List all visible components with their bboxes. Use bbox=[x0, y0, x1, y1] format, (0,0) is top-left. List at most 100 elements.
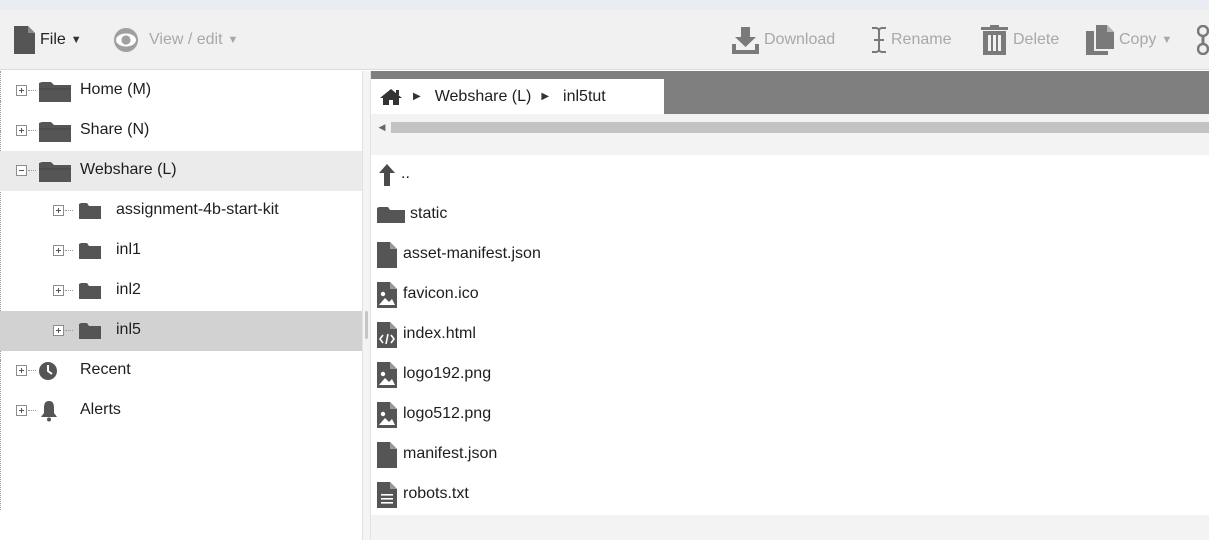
expand-icon[interactable] bbox=[16, 85, 27, 96]
expand-icon[interactable] bbox=[16, 365, 27, 376]
horizontal-scrollbar[interactable]: ◀ bbox=[371, 114, 1209, 140]
caret-down-icon: ▼ bbox=[227, 34, 239, 46]
trash-icon bbox=[980, 25, 1009, 55]
text-file-icon bbox=[377, 482, 397, 508]
tree-item-inl5[interactable]: inl5 bbox=[0, 311, 362, 351]
tree-item-assignment-4b-start-kit[interactable]: assignment-4b-start-kit bbox=[0, 191, 362, 231]
folder-icon bbox=[377, 206, 405, 224]
tree-item-label: inl5 bbox=[116, 321, 141, 338]
pane-splitter[interactable] bbox=[362, 71, 371, 540]
breadcrumb-separator-icon: ▶ bbox=[541, 91, 550, 102]
file-row[interactable]: manifest.json bbox=[371, 435, 1209, 475]
file-icon bbox=[14, 26, 35, 54]
breadcrumb-item-current[interactable]: inl5tut bbox=[563, 88, 606, 106]
copy-button[interactable]: Copy ▼ bbox=[1086, 10, 1172, 70]
tree-item-webshare[interactable]: Webshare (L) bbox=[0, 151, 362, 191]
download-label: Download bbox=[764, 31, 836, 48]
file-name: logo192.png bbox=[403, 365, 492, 382]
file-row-parent[interactable]: .. bbox=[371, 155, 1209, 195]
tree-item-label: Recent bbox=[80, 361, 131, 378]
download-button[interactable]: Download bbox=[731, 10, 835, 70]
breadcrumb: ▶ Webshare (L) ▶ inl5tut bbox=[371, 79, 664, 114]
clock-icon bbox=[38, 361, 58, 385]
scrollbar-thumb[interactable] bbox=[391, 122, 1209, 133]
image-file-icon bbox=[377, 282, 397, 308]
folder-icon bbox=[38, 159, 72, 187]
view-edit-label: View / edit bbox=[149, 31, 223, 48]
tree-item-label: Home (M) bbox=[80, 81, 152, 98]
file-list: .. static asset-manifest.json favicon.ic… bbox=[371, 155, 1209, 515]
copy-icon bbox=[1086, 25, 1115, 55]
tree-item-alerts[interactable]: Alerts bbox=[0, 391, 362, 431]
rename-label: Rename bbox=[891, 31, 952, 48]
tree-item-inl2[interactable]: inl2 bbox=[0, 271, 362, 311]
file-row[interactable]: static bbox=[371, 195, 1209, 235]
image-file-icon bbox=[377, 402, 397, 428]
file-row[interactable]: index.html bbox=[371, 315, 1209, 355]
tree-item-recent[interactable]: Recent bbox=[0, 351, 362, 391]
file-name: asset-manifest.json bbox=[403, 245, 541, 262]
file-icon bbox=[377, 442, 397, 468]
file-row[interactable]: favicon.ico bbox=[371, 275, 1209, 315]
eye-icon bbox=[110, 27, 142, 53]
rename-button[interactable]: Rename bbox=[871, 10, 951, 70]
folder-tree: Home (M) Share (N) Webshare (L) assignme… bbox=[0, 71, 362, 540]
file-row[interactable]: asset-manifest.json bbox=[371, 235, 1209, 275]
expand-icon[interactable] bbox=[53, 205, 64, 216]
code-file-icon bbox=[377, 322, 397, 348]
expand-icon[interactable] bbox=[53, 285, 64, 296]
tree-item-label: Webshare (L) bbox=[80, 161, 177, 178]
file-pane: ▶ Webshare (L) ▶ inl5tut ◀ .. static ass… bbox=[371, 71, 1209, 540]
collapse-icon[interactable] bbox=[16, 165, 27, 176]
folder-icon bbox=[79, 242, 101, 264]
file-menu-button[interactable]: File ▼ bbox=[14, 10, 82, 70]
splitter-grip[interactable] bbox=[365, 311, 368, 339]
file-name: index.html bbox=[403, 325, 476, 342]
bell-icon bbox=[40, 400, 58, 426]
breadcrumb-separator-icon: ▶ bbox=[413, 91, 421, 102]
tree-item-share[interactable]: Share (N) bbox=[0, 111, 362, 151]
tree-item-label: Share (N) bbox=[80, 121, 150, 138]
folder-icon bbox=[79, 322, 101, 344]
tree-item-label: inl2 bbox=[116, 281, 141, 298]
file-menu-label: File bbox=[40, 31, 66, 48]
file-name: favicon.ico bbox=[403, 285, 479, 302]
tree-item-inl1[interactable]: inl1 bbox=[0, 231, 362, 271]
file-row[interactable]: logo192.png bbox=[371, 355, 1209, 395]
more-tools-icon[interactable] bbox=[1197, 10, 1209, 70]
expand-icon[interactable] bbox=[53, 325, 64, 336]
view-edit-button[interactable]: View / edit ▼ bbox=[110, 10, 238, 70]
file-name: static bbox=[410, 205, 448, 222]
home-icon[interactable] bbox=[379, 88, 403, 106]
image-file-icon bbox=[377, 362, 397, 388]
folder-icon bbox=[38, 79, 72, 107]
breadcrumb-item[interactable]: Webshare (L) bbox=[435, 88, 532, 106]
delete-label: Delete bbox=[1013, 31, 1060, 48]
rename-cursor-icon bbox=[871, 25, 887, 55]
expand-icon[interactable] bbox=[16, 125, 27, 136]
delete-button[interactable]: Delete bbox=[980, 10, 1059, 70]
caret-down-icon: ▼ bbox=[70, 34, 82, 46]
scroll-left-icon[interactable]: ◀ bbox=[375, 120, 389, 134]
download-icon bbox=[731, 26, 760, 55]
file-icon bbox=[377, 242, 397, 268]
copy-label: Copy bbox=[1119, 31, 1157, 48]
folder-icon bbox=[79, 282, 101, 304]
breadcrumb-bar: ▶ Webshare (L) ▶ inl5tut bbox=[371, 71, 1209, 114]
caret-down-icon: ▼ bbox=[1161, 34, 1173, 46]
file-name: .. bbox=[401, 165, 410, 182]
file-name: robots.txt bbox=[403, 485, 469, 502]
tree-item-label: Alerts bbox=[80, 401, 121, 418]
tree-item-home[interactable]: Home (M) bbox=[0, 71, 362, 111]
folder-icon bbox=[79, 202, 101, 224]
toolbar: File ▼ View / edit ▼ Download Rename Del… bbox=[0, 10, 1209, 70]
file-row[interactable]: robots.txt bbox=[371, 475, 1209, 515]
expand-icon[interactable] bbox=[16, 405, 27, 416]
expand-icon[interactable] bbox=[53, 245, 64, 256]
file-row[interactable]: logo512.png bbox=[371, 395, 1209, 435]
window-top-strip bbox=[0, 0, 1209, 10]
tree-item-label: inl1 bbox=[116, 241, 141, 258]
folder-icon bbox=[38, 119, 72, 147]
file-name: manifest.json bbox=[403, 445, 498, 462]
file-name: logo512.png bbox=[403, 405, 492, 422]
